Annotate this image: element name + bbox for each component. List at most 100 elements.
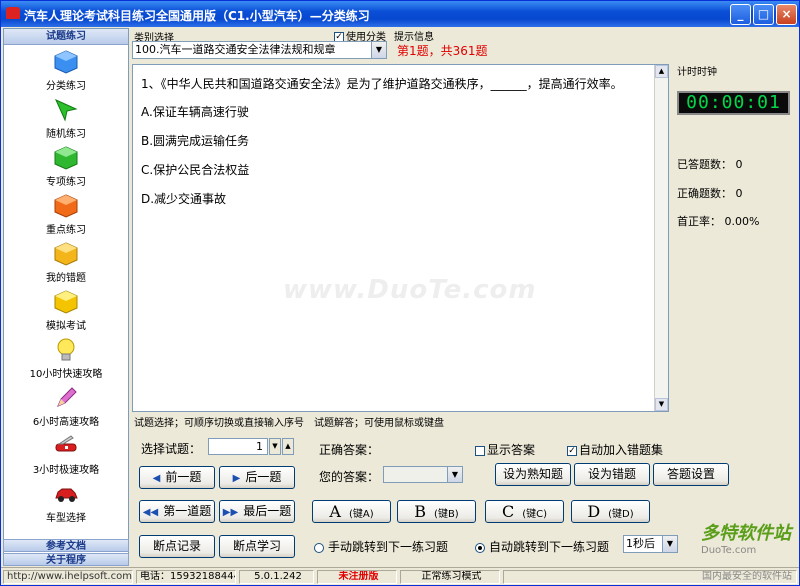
sidebar: 试题练习 分类练习 随机练习 专项练习 重点练习 我的错题 模拟考试 10小时快… xyxy=(3,28,129,560)
scroll-up-icon[interactable]: ▲ xyxy=(655,65,668,78)
lightbulb-icon xyxy=(57,338,75,361)
sidebar-item-special[interactable]: 专项练习 xyxy=(4,145,128,188)
sidebar-reference-docs[interactable]: 参考文档 xyxy=(3,539,129,552)
hint-label: 提示信息 xyxy=(394,32,434,43)
auto-wrong-checkbox[interactable]: ✓ 自动加入错题集 xyxy=(567,441,663,458)
answer-settings-button[interactable]: 答题设置 xyxy=(653,463,729,486)
sidebar-item-label: 重点练习 xyxy=(46,225,86,236)
answer-a-letter: A xyxy=(329,502,341,521)
site-badge: 多特软件站 DuoTe.com xyxy=(701,519,791,556)
resume-button[interactable]: 断点学习 xyxy=(219,535,295,558)
correct-answer-label: 正确答案： xyxy=(319,443,380,457)
answer-b-letter: B xyxy=(414,502,427,521)
dropdown-arrow-icon[interactable]: ▼ xyxy=(371,42,386,58)
option-a: A.保证车辆高速行驶 xyxy=(141,105,249,119)
timer-display: 00:00:01 xyxy=(677,91,790,115)
sidebar-item-label: 车型选择 xyxy=(46,513,86,524)
answer-c-button[interactable]: C (键C) xyxy=(485,500,564,523)
sidebar-item-label: 模拟考试 xyxy=(46,321,86,332)
badge-sub: DuoTe.com xyxy=(701,545,757,556)
prev-question-button[interactable]: ◀ 前一题 xyxy=(139,466,215,489)
last-question-button[interactable]: ▶▶ 最后一题 xyxy=(219,500,295,523)
sidebar-item-car-type[interactable]: 车型选择 xyxy=(4,481,128,524)
dropdown-arrow-icon: ▼ xyxy=(447,467,462,482)
status-mode: 正常练习模式 xyxy=(400,570,500,584)
sidebar-item-label: 6小时高速攻略 xyxy=(32,417,100,428)
sidebar-item-key[interactable]: 重点练习 xyxy=(4,193,128,236)
pencil-icon xyxy=(57,387,77,407)
next-question-button[interactable]: ▶ 后一题 xyxy=(219,466,295,489)
category-select[interactable]: 100.汽车一道路交通安全法律法规和规章 ▼ xyxy=(132,41,387,59)
swiss-knife-icon xyxy=(55,435,77,452)
answer-c-key: (键C) xyxy=(522,509,548,520)
blue-cube-icon xyxy=(54,50,78,74)
badge-caption: 国内最安全的软件站 xyxy=(503,570,797,584)
answer-b-button[interactable]: B (键B) xyxy=(397,500,476,523)
spin-down-icon[interactable]: ▼ xyxy=(269,438,281,455)
question-scrollbar[interactable]: ▲ ▼ xyxy=(654,65,668,411)
answer-b-key: (键B) xyxy=(434,509,459,520)
answer-d-button[interactable]: D (键D) xyxy=(571,500,650,523)
sidebar-item-label: 分类练习 xyxy=(46,81,86,92)
question-number-input[interactable]: 1 xyxy=(208,438,268,455)
sidebar-item-3h[interactable]: 3小时极速攻略 xyxy=(4,433,128,476)
manual-jump-label: 手动跳转到下一练习题 xyxy=(328,540,449,554)
set-wrong-button[interactable]: 设为错题 xyxy=(574,463,650,486)
your-answer-field[interactable]: ▼ xyxy=(383,466,463,483)
auto-jump-label: 自动跳转到下一练习题 xyxy=(489,540,610,554)
show-answer-label: 显示答案 xyxy=(487,443,536,457)
status-version: 5.0.1.242 xyxy=(239,570,314,584)
checkmark-icon: ✓ xyxy=(567,445,577,456)
sidebar-item-label: 随机练习 xyxy=(46,129,86,140)
answer-panel-header: 试题解答；可使用鼠标或键盘 xyxy=(314,418,444,429)
answer-d-letter: D xyxy=(587,502,601,521)
minimize-button[interactable]: _ xyxy=(730,4,751,25)
sidebar-item-6h[interactable]: 6小时高速攻略 xyxy=(4,385,128,428)
category-selected-value: 100.汽车一道路交通安全法律法规和规章 xyxy=(135,43,336,56)
auto-wrong-label: 自动加入错题集 xyxy=(579,443,664,457)
sidebar-item-classify[interactable]: 分类练习 xyxy=(4,49,128,92)
timer-label: 计时时钟 xyxy=(677,67,717,78)
close-button[interactable]: × xyxy=(776,4,797,25)
sidebar-header: 试题练习 xyxy=(4,29,128,45)
answer-a-button[interactable]: A (键A) xyxy=(312,500,391,523)
manual-jump-radio[interactable]: 手动跳转到下一练习题 xyxy=(314,538,448,555)
arrow-right-icon: ▶ xyxy=(232,473,241,484)
double-arrow-left-icon: ◀◀ xyxy=(142,507,159,518)
sidebar-item-label: 3小时极速攻略 xyxy=(32,465,100,476)
app-icon xyxy=(6,7,20,19)
status-url: http://www.ihelpsoft.com xyxy=(3,570,133,584)
sidebar-about[interactable]: 关于程序 xyxy=(3,553,129,566)
spin-up-icon[interactable]: ▲ xyxy=(282,438,294,455)
checkbox-icon xyxy=(475,445,485,456)
maximize-button[interactable]: □ xyxy=(753,4,774,25)
first-question-button[interactable]: ◀◀ 第一道题 xyxy=(139,500,215,523)
question-panel: 1、《中华人民共和国道路交通安全法》是为了维护道路交通秩序，______，提高通… xyxy=(132,64,669,412)
jump-delay-select[interactable]: 1秒后 ▼ xyxy=(623,535,678,553)
last-label: 最后一题 xyxy=(243,504,292,518)
option-b: B.圆满完成运输任务 xyxy=(141,134,250,148)
scroll-down-icon[interactable]: ▼ xyxy=(655,398,668,411)
set-known-button[interactable]: 设为熟知题 xyxy=(495,463,571,486)
watermark: www.DuoTe.com xyxy=(283,275,537,305)
prev-label: 前一题 xyxy=(165,470,202,484)
nav-panel-header: 试题选择；可顺序切换或直接输入序号 xyxy=(134,418,304,429)
auto-jump-radio[interactable]: 自动跳转到下一练习题 xyxy=(475,538,609,555)
your-answer-label: 您的答案： xyxy=(319,470,380,484)
sidebar-item-10h[interactable]: 10小时快速攻略 xyxy=(4,337,128,380)
correct-count: 正确题数： 0 xyxy=(677,187,743,200)
double-arrow-right-icon: ▶▶ xyxy=(222,507,239,518)
sidebar-item-mistakes[interactable]: 我的错题 xyxy=(4,241,128,284)
sidebar-item-random[interactable]: 随机练习 xyxy=(4,97,128,140)
green-cube-icon xyxy=(54,146,78,170)
sidebar-item-label: 专项练习 xyxy=(46,177,86,188)
next-label: 后一题 xyxy=(245,470,282,484)
show-answer-checkbox[interactable]: 显示答案 xyxy=(475,441,535,458)
option-c: C.保护公民合法权益 xyxy=(141,163,250,177)
sidebar-item-label: 10小时快速攻略 xyxy=(29,369,103,380)
title-bar: 汽车人理论考试科目练习全国通用版（C1.小型汽车）—分类练习 _ □ × xyxy=(1,1,799,27)
answer-d-key: (键D) xyxy=(608,509,634,520)
dropdown-arrow-icon[interactable]: ▼ xyxy=(662,536,677,552)
bookmark-button[interactable]: 断点记录 xyxy=(139,535,215,558)
sidebar-item-mock-exam[interactable]: 模拟考试 xyxy=(4,289,128,332)
